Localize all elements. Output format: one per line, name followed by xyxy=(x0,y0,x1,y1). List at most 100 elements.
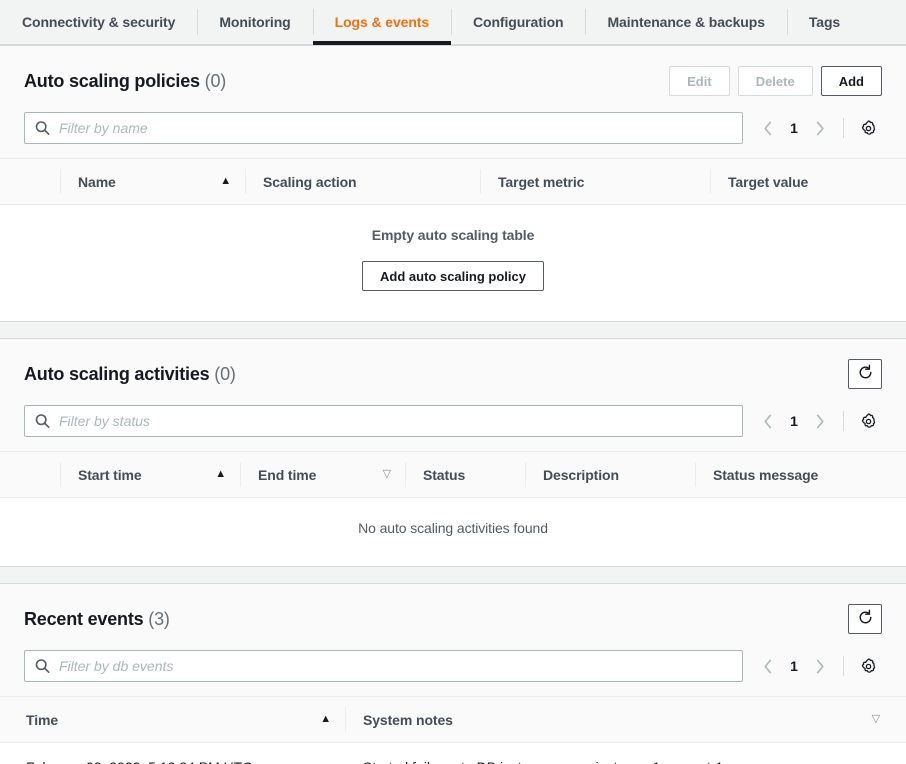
search-box[interactable] xyxy=(24,650,743,682)
panel-header: Recent events (3) xyxy=(0,584,906,696)
empty-state-text: No auto scaling activities found xyxy=(10,520,896,536)
pagination: 1 xyxy=(743,113,882,143)
search-input[interactable] xyxy=(59,651,742,681)
select-all-column xyxy=(0,159,60,205)
tab-label: Maintenance & backups xyxy=(607,14,764,30)
table-header-row: Name ▲ Scaling action Target metric xyxy=(0,159,906,205)
search-input[interactable] xyxy=(59,113,742,143)
tab-label: Connectivity & security xyxy=(22,14,175,30)
panel-count: (3) xyxy=(148,609,169,629)
event-notes-cell: Started failover to DB instance: apga-in… xyxy=(345,743,906,764)
divider xyxy=(843,411,844,431)
gear-icon[interactable] xyxy=(854,651,882,681)
panel-spacer xyxy=(0,567,906,583)
auto-scaling-policies-table: Name ▲ Scaling action Target metric xyxy=(0,158,906,205)
panel-title-text: Auto scaling activities xyxy=(24,364,209,384)
edit-button[interactable]: Edit xyxy=(669,66,730,96)
auto-scaling-activities-panel: Auto scaling activities (0) xyxy=(0,338,906,567)
gear-icon[interactable] xyxy=(854,113,882,143)
chevron-right-icon[interactable] xyxy=(807,406,833,436)
event-time-cell: February 03, 2022, 5:12:34 PM UTC xyxy=(0,743,345,764)
panel-title-text: Recent events xyxy=(24,609,143,629)
column-label: Target metric xyxy=(498,174,584,190)
column-label: Name xyxy=(78,174,116,190)
column-header-start-time[interactable]: Start time ▲ xyxy=(60,452,240,498)
tab-bar: Connectivity & security Monitoring Logs … xyxy=(0,0,906,45)
tab-label: Configuration xyxy=(473,14,563,30)
column-header-end-time[interactable]: End time ▽ xyxy=(240,452,405,498)
column-label: Start time xyxy=(78,467,142,483)
search-icon xyxy=(35,414,50,429)
tab-maintenance-backups[interactable]: Maintenance & backups xyxy=(585,0,786,44)
panel-count: (0) xyxy=(214,364,235,384)
auto-scaling-policies-panel: Auto scaling policies (0) Edit Delete Ad… xyxy=(0,45,906,322)
tab-label: Tags xyxy=(809,14,840,30)
add-auto-scaling-policy-button[interactable]: Add auto scaling policy xyxy=(362,261,544,291)
panel-title-text: Auto scaling policies xyxy=(24,71,200,91)
column-label: Description xyxy=(543,467,619,483)
chevron-left-icon[interactable] xyxy=(755,113,781,143)
refresh-button[interactable] xyxy=(848,604,882,634)
panel-header: Auto scaling policies (0) Edit Delete Ad… xyxy=(0,46,906,158)
divider xyxy=(843,118,844,138)
filter-row: 1 xyxy=(24,391,882,451)
column-header-status-message[interactable]: Status message xyxy=(695,452,906,498)
column-label: Status xyxy=(423,467,465,483)
column-label: Status message xyxy=(713,467,818,483)
page-number[interactable]: 1 xyxy=(783,658,805,674)
panel-spacer xyxy=(0,322,906,338)
column-header-status[interactable]: Status xyxy=(405,452,525,498)
table-header-row: Start time ▲ End time ▽ Status xyxy=(0,452,906,498)
add-button[interactable]: Add xyxy=(821,66,882,96)
tab-connectivity-security[interactable]: Connectivity & security xyxy=(0,0,197,44)
panel-actions: Edit Delete Add xyxy=(669,66,882,96)
table-header-row: Time ▲ System notes ▽ xyxy=(0,697,906,743)
search-input[interactable] xyxy=(59,406,742,436)
page-title: Auto scaling activities (0) xyxy=(24,364,236,385)
page-number[interactable]: 1 xyxy=(783,120,805,136)
column-label: End time xyxy=(258,467,316,483)
pagination: 1 xyxy=(743,651,882,681)
refresh-button[interactable] xyxy=(848,359,882,389)
filter-row: 1 xyxy=(24,636,882,696)
sort-descending-icon: ▽ xyxy=(383,469,391,480)
auto-scaling-activities-table: Start time ▲ End time ▽ Status xyxy=(0,451,906,498)
search-box[interactable] xyxy=(24,112,743,144)
search-icon xyxy=(35,659,50,674)
tab-label: Logs & events xyxy=(335,14,429,30)
search-icon xyxy=(35,121,50,136)
chevron-right-icon[interactable] xyxy=(807,113,833,143)
search-box[interactable] xyxy=(24,405,743,437)
column-label: System notes xyxy=(363,712,453,728)
page-number[interactable]: 1 xyxy=(783,413,805,429)
recent-events-table: Time ▲ System notes ▽ February 03, 2022,… xyxy=(0,696,906,764)
tab-tags[interactable]: Tags xyxy=(787,0,862,44)
tab-logs-events[interactable]: Logs & events xyxy=(313,0,451,44)
sort-descending-icon: ▽ xyxy=(872,714,880,725)
delete-button[interactable]: Delete xyxy=(738,66,813,96)
tab-monitoring[interactable]: Monitoring xyxy=(197,0,312,44)
divider xyxy=(843,656,844,676)
tab-configuration[interactable]: Configuration xyxy=(451,0,585,44)
sort-ascending-icon: ▲ xyxy=(320,714,331,725)
chevron-right-icon[interactable] xyxy=(807,651,833,681)
column-header-description[interactable]: Description xyxy=(525,452,695,498)
column-header-scaling-action[interactable]: Scaling action xyxy=(245,159,480,205)
panel-header: Auto scaling activities (0) xyxy=(0,339,906,451)
column-header-name[interactable]: Name ▲ xyxy=(60,159,245,205)
column-header-system-notes[interactable]: System notes ▽ xyxy=(345,697,906,743)
filter-row: 1 xyxy=(24,98,882,158)
column-header-target-value[interactable]: Target value xyxy=(710,159,906,205)
column-header-target-metric[interactable]: Target metric xyxy=(480,159,710,205)
sort-ascending-icon: ▲ xyxy=(215,469,226,480)
page-title: Auto scaling policies (0) xyxy=(24,71,226,92)
chevron-left-icon[interactable] xyxy=(755,651,781,681)
column-label: Scaling action xyxy=(263,174,357,190)
panel-count: (0) xyxy=(205,71,226,91)
chevron-left-icon[interactable] xyxy=(755,406,781,436)
column-header-time[interactable]: Time ▲ xyxy=(0,697,345,743)
column-label: Time xyxy=(26,712,58,728)
empty-state-text: Empty auto scaling table xyxy=(10,227,896,243)
gear-icon[interactable] xyxy=(854,406,882,436)
event-timestamp[interactable]: February 03, 2022, 5:12:34 PM UTC xyxy=(26,759,252,764)
